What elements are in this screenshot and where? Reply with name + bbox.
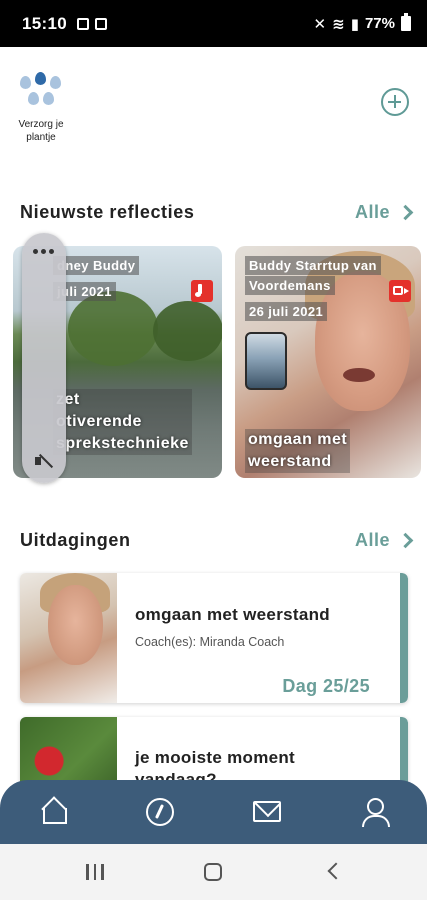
challenge-title-line: je mooiste moment [135, 748, 296, 767]
recent-apps-icon[interactable] [86, 864, 104, 880]
bottom-navigation [0, 780, 427, 844]
reflection-caption-line: sprekstechnieke [53, 433, 192, 455]
music-badge-icon [191, 280, 213, 302]
user-icon[interactable] [360, 798, 390, 827]
chevron-right-icon [397, 204, 414, 221]
all-label: Alle [354, 202, 390, 222]
add-button[interactable] [381, 88, 409, 116]
reflections-title: Nieuwste reflecties [20, 202, 195, 222]
challenge-card[interactable]: omgaan met weerstand Coach(es): Miranda … [20, 573, 408, 703]
reflections-all-link[interactable]: Alle [354, 202, 414, 223]
reflection-author-line: Buddy Starrtup van [245, 256, 381, 275]
plant-logo[interactable]: Verzorg je plantje [10, 72, 72, 144]
status-time: 15:10 [22, 13, 67, 33]
mute-icon[interactable] [35, 453, 53, 469]
challenges-title: Uitdagingen [20, 530, 131, 550]
reflection-date: 26 juli 2021 [245, 302, 328, 321]
mail-icon[interactable] [253, 801, 281, 822]
signal-icon: ▮ [350, 15, 359, 33]
chevron-right-icon [397, 532, 414, 549]
home-icon[interactable] [40, 798, 68, 826]
mute-icon: ✕ [313, 15, 327, 33]
challenges-all-link[interactable]: Alle [354, 530, 414, 551]
battery-percentage: 77% [364, 15, 395, 32]
logo-text: Verzorg je plantje [18, 119, 64, 143]
reflection-card[interactable]: Buddy Starrtup van Voordemans 26 juli 20… [235, 246, 421, 478]
app-notification-icon [94, 17, 107, 30]
status-bar: 15:10 ✕ ≋ ▮ 77% [0, 0, 427, 47]
system-navigation-bar [0, 844, 427, 900]
all-label: Alle [354, 530, 390, 550]
challenge-coach: Coach(es): Miranda Coach [135, 635, 285, 649]
challenge-image [20, 573, 117, 703]
more-options-icon[interactable] [33, 249, 54, 254]
home-button-icon[interactable] [204, 863, 222, 881]
challenge-progress: Dag 25/25 [282, 676, 370, 696]
floating-media-controls[interactable] [22, 233, 66, 483]
battery-icon [401, 13, 411, 31]
reflection-caption-line: omgaan met [245, 429, 351, 451]
challenge-title: omgaan met weerstand [135, 605, 330, 624]
water-drops-icon [13, 72, 69, 110]
compass-icon[interactable] [146, 798, 174, 826]
video-badge-icon [389, 280, 411, 302]
reflection-caption-line: zet [53, 389, 192, 411]
reflection-author-line: Voordemans [245, 276, 335, 295]
reflection-caption-line: weerstand [245, 451, 351, 473]
wifi-icon: ≋ [332, 15, 345, 33]
reflection-caption-line: otiverende [53, 411, 192, 433]
gallery-notification-icon [76, 17, 89, 30]
back-icon[interactable] [327, 862, 345, 880]
thumbnail-image [245, 332, 287, 390]
